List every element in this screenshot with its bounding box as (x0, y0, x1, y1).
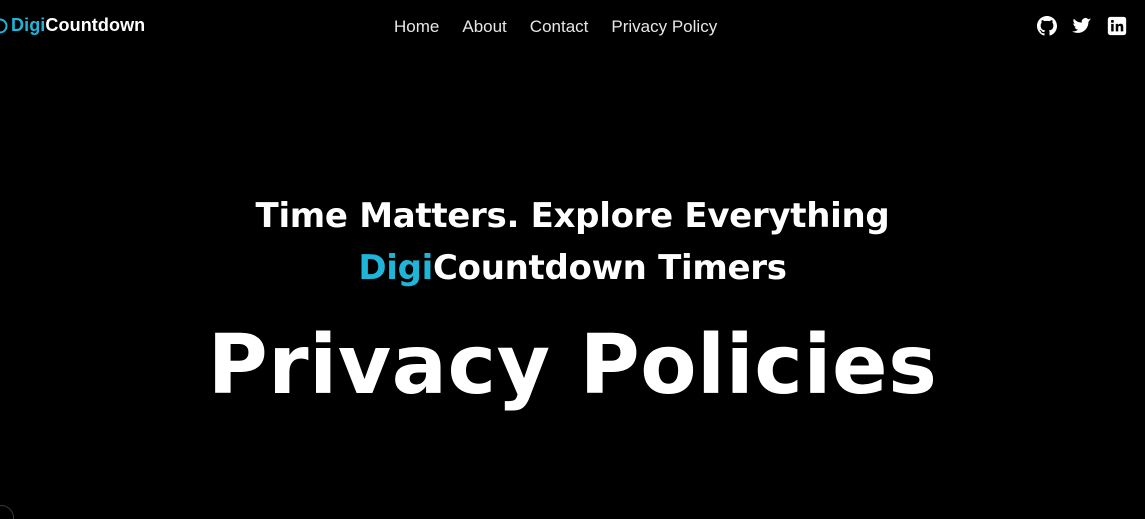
twitter-icon[interactable] (1072, 16, 1092, 36)
brand-accent: Digi (11, 15, 46, 35)
brand-name: Countdown (45, 15, 146, 35)
linkedin-icon[interactable] (1107, 16, 1127, 36)
main-nav: Home About Contact Privacy Policy (394, 17, 740, 37)
hero-tagline-line1: Time Matters. Explore Everything (255, 196, 890, 236)
scroll-indicator (0, 505, 14, 519)
page: Digi Countdown Home About Contact Privacy… (0, 0, 1145, 519)
social-links (1037, 16, 1127, 36)
navbar: Digi Countdown Home About Contact Privacy… (0, 0, 1145, 56)
nav-privacy-policy[interactable]: Privacy Policy (611, 17, 717, 37)
clock-logo-icon (0, 18, 8, 33)
nav-home[interactable]: Home (394, 17, 439, 37)
nav-about[interactable]: About (462, 17, 506, 37)
page-title: Privacy Policies (207, 318, 938, 413)
brand-logo-link[interactable]: Digi Countdown (0, 15, 145, 36)
github-icon[interactable] (1037, 16, 1057, 36)
nav-contact[interactable]: Contact (530, 17, 589, 37)
hero-tagline-line2: DigiCountdown Timers (0, 242, 1145, 294)
hero-section: Time Matters. Explore Everything DigiCou… (0, 190, 1145, 416)
tagline-accent: Digi (358, 248, 433, 288)
tagline-rest: Countdown Timers (433, 248, 787, 288)
